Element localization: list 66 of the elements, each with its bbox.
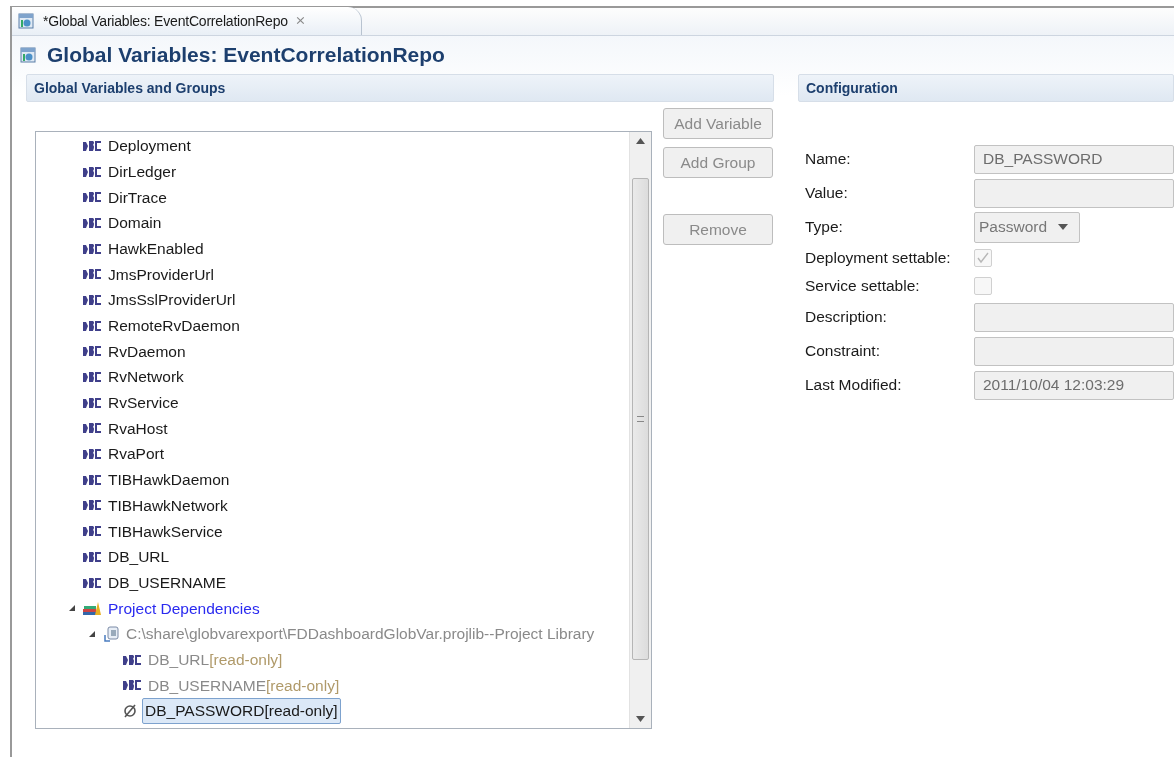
password-variable-icon (122, 702, 138, 719)
tree-item[interactable]: JmsProviderUrl (106, 262, 216, 286)
string-variable-icon (82, 242, 102, 255)
string-variable-icon (82, 499, 102, 512)
string-variable-icon (82, 525, 102, 538)
scroll-thumb[interactable] (632, 178, 649, 660)
tree-item[interactable]: RvaHost (106, 416, 170, 441)
tree-item[interactable]: C:\share\globvarexport\FDDashboardGlobVar.projlib--Project Library (124, 622, 597, 646)
string-variable-icon (82, 345, 102, 358)
tree-item[interactable]: RemoteRvDaemon (106, 314, 242, 338)
field-label: Description: (805, 307, 888, 328)
section-header: Global Variables and Groups (26, 74, 774, 102)
string-variable-icon (82, 268, 102, 281)
string-variable-icon (82, 576, 102, 589)
tree-item[interactable]: RvaPort (106, 442, 166, 466)
tree-item[interactable]: TIBHawkNetwork (106, 493, 230, 518)
string-variable-icon (82, 371, 102, 384)
tree-item[interactable]: Domain (106, 211, 164, 235)
tree-item[interactable]: DB_URL (106, 545, 172, 569)
tree-item[interactable]: DirTrace (106, 185, 169, 209)
string-variable-icon (82, 216, 102, 229)
tree-item[interactable]: DB_USERNAME[read-only] (146, 673, 342, 697)
field-label: Value: (805, 183, 849, 204)
string-variable-icon (82, 319, 102, 332)
library-jar-icon (102, 624, 120, 643)
string-variable-icon (82, 422, 102, 435)
string-variable-icon (82, 191, 102, 204)
tree-item[interactable]: HawkEnabled (106, 236, 206, 261)
page-title: Global Variables: EventCorrelationRepo (47, 42, 445, 69)
tree-item[interactable]: RvDaemon (106, 339, 188, 363)
field-label: Last Modified: (805, 375, 903, 396)
field-label: Name: (805, 149, 852, 170)
tree-item[interactable]: DB_USERNAME (106, 570, 228, 595)
string-variable-icon (82, 473, 102, 486)
dropdown-arrow-icon (1057, 223, 1069, 231)
editor-tab[interactable]: *Global Variables: EventCorrelationRepo ⨯ (12, 7, 362, 35)
section-header: Configuration (798, 74, 1174, 102)
scroll-down-icon[interactable] (636, 716, 645, 722)
editor-icon (20, 47, 36, 63)
expander-icon[interactable] (88, 629, 96, 638)
editor-icon (18, 13, 34, 29)
scroll-up-icon[interactable] (636, 138, 645, 144)
string-variable-icon (82, 448, 102, 461)
tree-item[interactable]: DB_PASSWORD[read-only] (142, 698, 341, 724)
tree-item[interactable]: DirLedger (106, 159, 179, 184)
string-variable-icon (122, 679, 142, 692)
field-label: Constraint: (805, 341, 881, 362)
scrollbar[interactable] (629, 132, 651, 728)
expander-icon[interactable] (68, 604, 76, 613)
tree-item[interactable]: JmsSslProviderUrl (106, 288, 238, 312)
string-variable-icon (82, 550, 102, 563)
field-label: Type: (805, 217, 844, 238)
tree-item[interactable]: RvNetwork (106, 365, 186, 389)
string-variable-icon (82, 139, 102, 152)
string-variable-icon (122, 653, 142, 666)
field-label: Deployment settable: (805, 248, 952, 269)
field-label: Service settable: (805, 276, 921, 297)
string-variable-icon (82, 293, 102, 306)
tree-item[interactable]: TIBHawkDaemon (106, 468, 232, 492)
tree-item[interactable]: RvService (106, 391, 181, 415)
check-icon (976, 252, 990, 264)
string-variable-icon (82, 165, 102, 178)
string-variable-icon (82, 396, 102, 409)
tree-item[interactable]: Deployment (106, 134, 193, 158)
tree-item[interactable]: TIBHawkService (106, 519, 225, 543)
tree-item[interactable]: Project Dependencies (106, 596, 262, 620)
